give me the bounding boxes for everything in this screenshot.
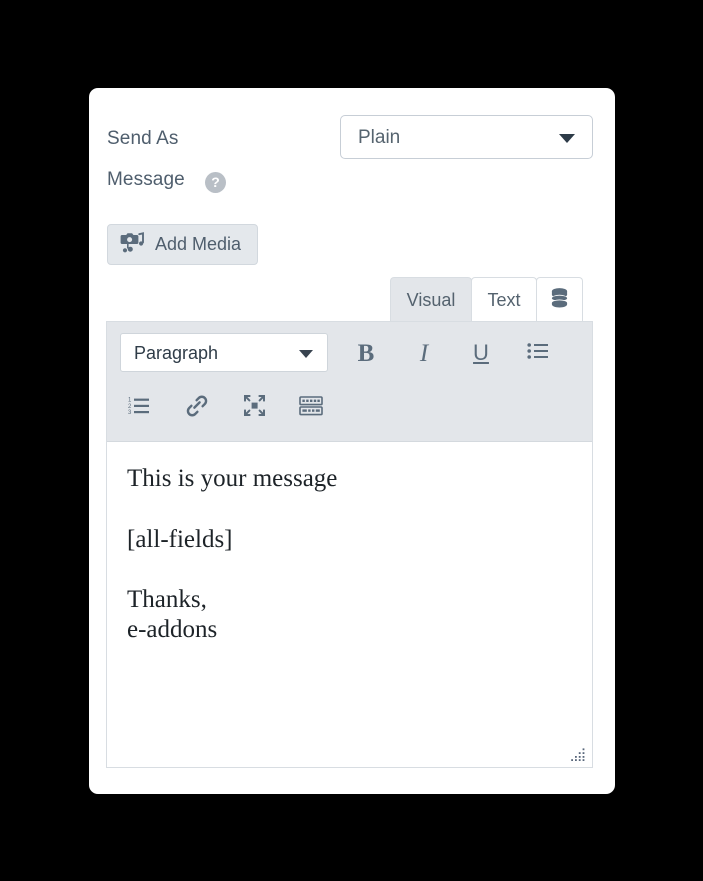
message-settings-card: Send As Plain Message ? Add Media Visual <box>89 88 615 794</box>
tab-text-label: Text <box>487 289 521 310</box>
message-content-area[interactable]: This is your message [all-fields] Thanks… <box>107 442 592 727</box>
underline-icon: U <box>473 340 489 365</box>
chevron-down-icon <box>299 350 313 358</box>
editor-statusbar <box>107 726 592 767</box>
editor-toolbar: Paragraph B I U 1 2 3 <box>107 322 592 442</box>
content-line-2: [all-fields] <box>127 525 233 553</box>
content-line-4: e-addons <box>127 615 218 643</box>
tab-visual-label: Visual <box>406 289 456 310</box>
bulleted-list-button[interactable] <box>520 335 556 371</box>
help-circle-icon[interactable]: ? <box>205 172 226 193</box>
format-select[interactable]: Paragraph <box>120 333 328 372</box>
database-icon <box>550 287 569 314</box>
camera-music-icon <box>120 231 144 258</box>
underline-button[interactable]: U <box>463 335 499 371</box>
keyboard-shortcuts-button[interactable] <box>293 390 329 426</box>
send-as-selected-value: Plain <box>358 127 401 148</box>
add-media-button[interactable]: Add Media <box>107 224 259 265</box>
svg-text:1: 1 <box>128 398 132 404</box>
send-as-select[interactable]: Plain <box>340 115 593 159</box>
send-as-row: Send As Plain <box>89 88 615 159</box>
link-button[interactable] <box>179 390 215 426</box>
keyboard-icon <box>299 395 323 421</box>
italic-icon: I <box>419 339 429 367</box>
numbered-list-icon: 1 2 3 <box>128 396 152 420</box>
format-select-value: Paragraph <box>134 343 219 363</box>
bold-icon: B <box>357 339 375 367</box>
chevron-down-icon <box>559 134 575 143</box>
numbered-list-button[interactable]: 1 2 3 <box>122 390 158 426</box>
tab-database[interactable] <box>536 277 583 322</box>
toolbar-row-2: 1 2 3 <box>107 379 592 439</box>
svg-text:3: 3 <box>128 410 132 415</box>
message-label: Message <box>107 169 185 190</box>
fullscreen-icon <box>243 394 266 422</box>
tab-text[interactable]: Text <box>471 277 537 322</box>
content-line-1: This is your message <box>127 465 338 492</box>
content-line-3: Thanks, <box>127 586 207 613</box>
tab-visual[interactable]: Visual <box>390 277 472 322</box>
bulleted-list-icon <box>527 342 549 365</box>
add-media-label: Add Media <box>155 234 242 254</box>
fullscreen-button[interactable] <box>236 390 272 426</box>
resize-grip[interactable] <box>570 746 586 762</box>
toolbar-row-1: Paragraph B I U <box>107 322 592 382</box>
send-as-label: Send As <box>107 128 179 149</box>
svg-text:2: 2 <box>128 404 132 410</box>
editor-tabs: Visual Text <box>390 277 583 322</box>
link-icon <box>185 395 209 422</box>
message-editor: Paragraph B I U 1 2 3 This is your messa… <box>106 321 593 768</box>
italic-button[interactable]: I <box>406 335 442 371</box>
bold-button[interactable]: B <box>348 335 384 371</box>
